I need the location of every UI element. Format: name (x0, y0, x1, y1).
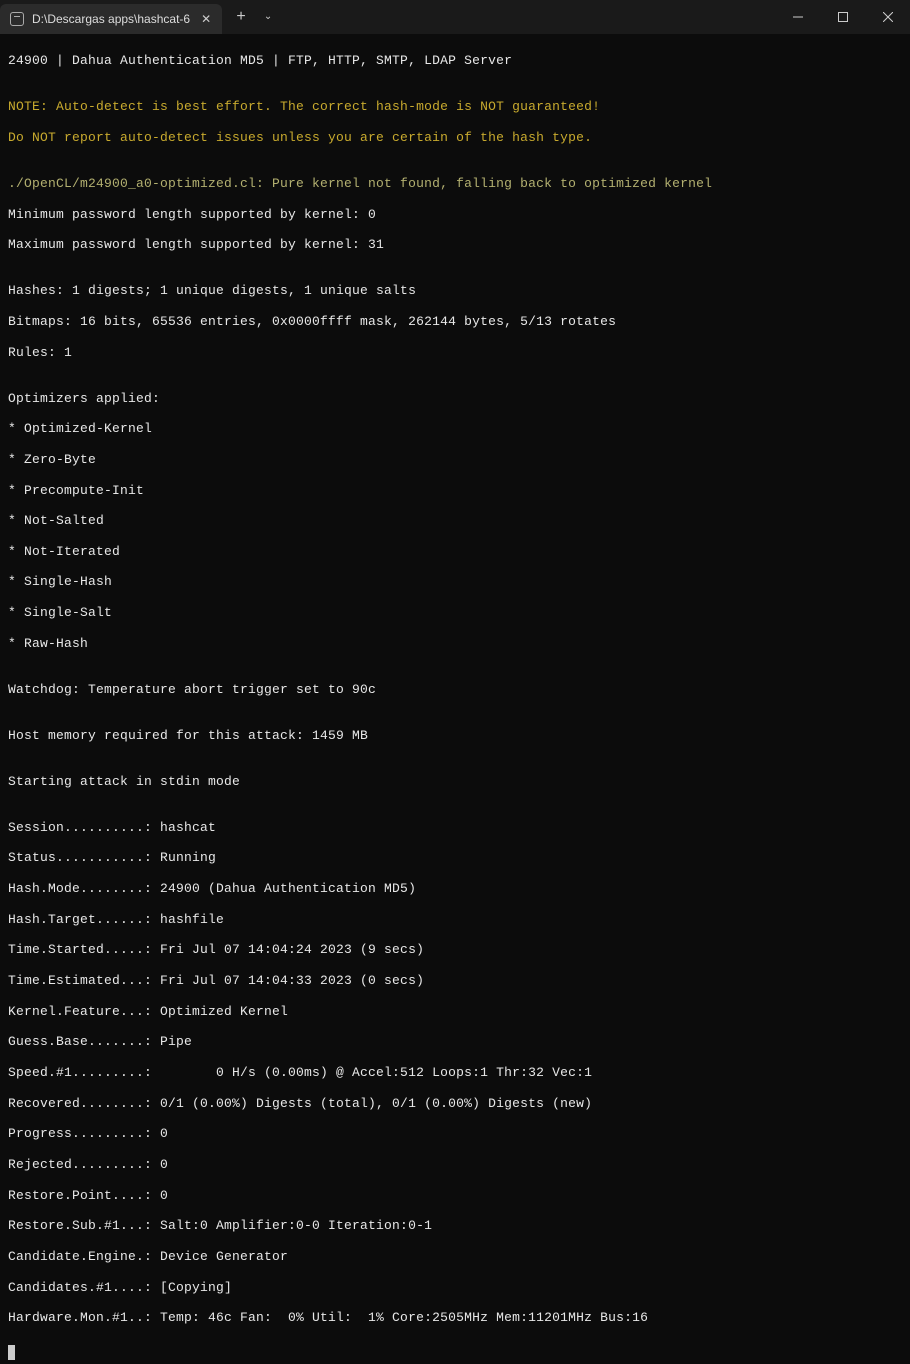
output-line: Candidates.#1....: [Copying] (8, 1280, 902, 1295)
output-line: Bitmaps: 16 bits, 65536 entries, 0x0000f… (8, 314, 902, 329)
terminal-output[interactable]: 24900 | Dahua Authentication MD5 | FTP, … (0, 34, 910, 1364)
output-line: Kernel.Feature...: Optimized Kernel (8, 1004, 902, 1019)
output-line: * Single-Hash (8, 574, 902, 589)
window-controls (775, 0, 910, 34)
terminal-icon (10, 12, 24, 26)
new-tab-button[interactable]: + (226, 2, 256, 32)
output-line: * Raw-Hash (8, 636, 902, 651)
tab-dropdown-icon[interactable]: ⌄ (256, 2, 280, 32)
output-line: Rejected.........: 0 (8, 1157, 902, 1172)
output-line: Speed.#1.........: 0 H/s (0.00ms) @ Acce… (8, 1065, 902, 1080)
output-line: Host memory required for this attack: 14… (8, 728, 902, 743)
output-line: Recovered........: 0/1 (0.00%) Digests (… (8, 1096, 902, 1111)
output-line: Maximum password length supported by ker… (8, 237, 902, 252)
minimize-button[interactable] (775, 0, 820, 34)
output-line: Session..........: hashcat (8, 820, 902, 835)
output-line: Minimum password length supported by ker… (8, 207, 902, 222)
output-line: Rules: 1 (8, 345, 902, 360)
output-line: Hash.Mode........: 24900 (Dahua Authenti… (8, 881, 902, 896)
output-line: * Single-Salt (8, 605, 902, 620)
output-line: Guess.Base.......: Pipe (8, 1034, 902, 1049)
output-line: Hardware.Mon.#1..: Temp: 46c Fan: 0% Uti… (8, 1310, 902, 1325)
output-line: * Zero-Byte (8, 452, 902, 467)
output-line: * Optimized-Kernel (8, 421, 902, 436)
close-button[interactable] (865, 0, 910, 34)
titlebar: D:\Descargas apps\hashcat-6 ✕ + ⌄ (0, 0, 910, 34)
tab-title: D:\Descargas apps\hashcat-6 (32, 12, 190, 26)
output-line: ./OpenCL/m24900_a0-optimized.cl: Pure ke… (8, 176, 902, 191)
cursor (8, 1345, 15, 1360)
output-line: * Not-Salted (8, 513, 902, 528)
output-line: Restore.Point....: 0 (8, 1188, 902, 1203)
output-line: Starting attack in stdin mode (8, 774, 902, 789)
output-line: Hash.Target......: hashfile (8, 912, 902, 927)
output-line: Status...........: Running (8, 850, 902, 865)
maximize-button[interactable] (820, 0, 865, 34)
output-line: Time.Started.....: Fri Jul 07 14:04:24 2… (8, 942, 902, 957)
output-line: NOTE: Auto-detect is best effort. The co… (8, 99, 902, 114)
output-line: Do NOT report auto-detect issues unless … (8, 130, 902, 145)
output-line: * Precompute-Init (8, 483, 902, 498)
output-line: Hashes: 1 digests; 1 unique digests, 1 u… (8, 283, 902, 298)
output-line: Watchdog: Temperature abort trigger set … (8, 682, 902, 697)
output-line: 24900 | Dahua Authentication MD5 | FTP, … (8, 53, 902, 68)
output-line: * Not-Iterated (8, 544, 902, 559)
output-line: Progress.........: 0 (8, 1126, 902, 1141)
tab-area: D:\Descargas apps\hashcat-6 ✕ + ⌄ (0, 0, 280, 34)
output-line: Optimizers applied: (8, 391, 902, 406)
tab-active[interactable]: D:\Descargas apps\hashcat-6 ✕ (0, 4, 222, 34)
output-line: Time.Estimated...: Fri Jul 07 14:04:33 2… (8, 973, 902, 988)
output-line: Restore.Sub.#1...: Salt:0 Amplifier:0-0 … (8, 1218, 902, 1233)
close-tab-icon[interactable]: ✕ (198, 11, 214, 27)
output-line: Candidate.Engine.: Device Generator (8, 1249, 902, 1264)
